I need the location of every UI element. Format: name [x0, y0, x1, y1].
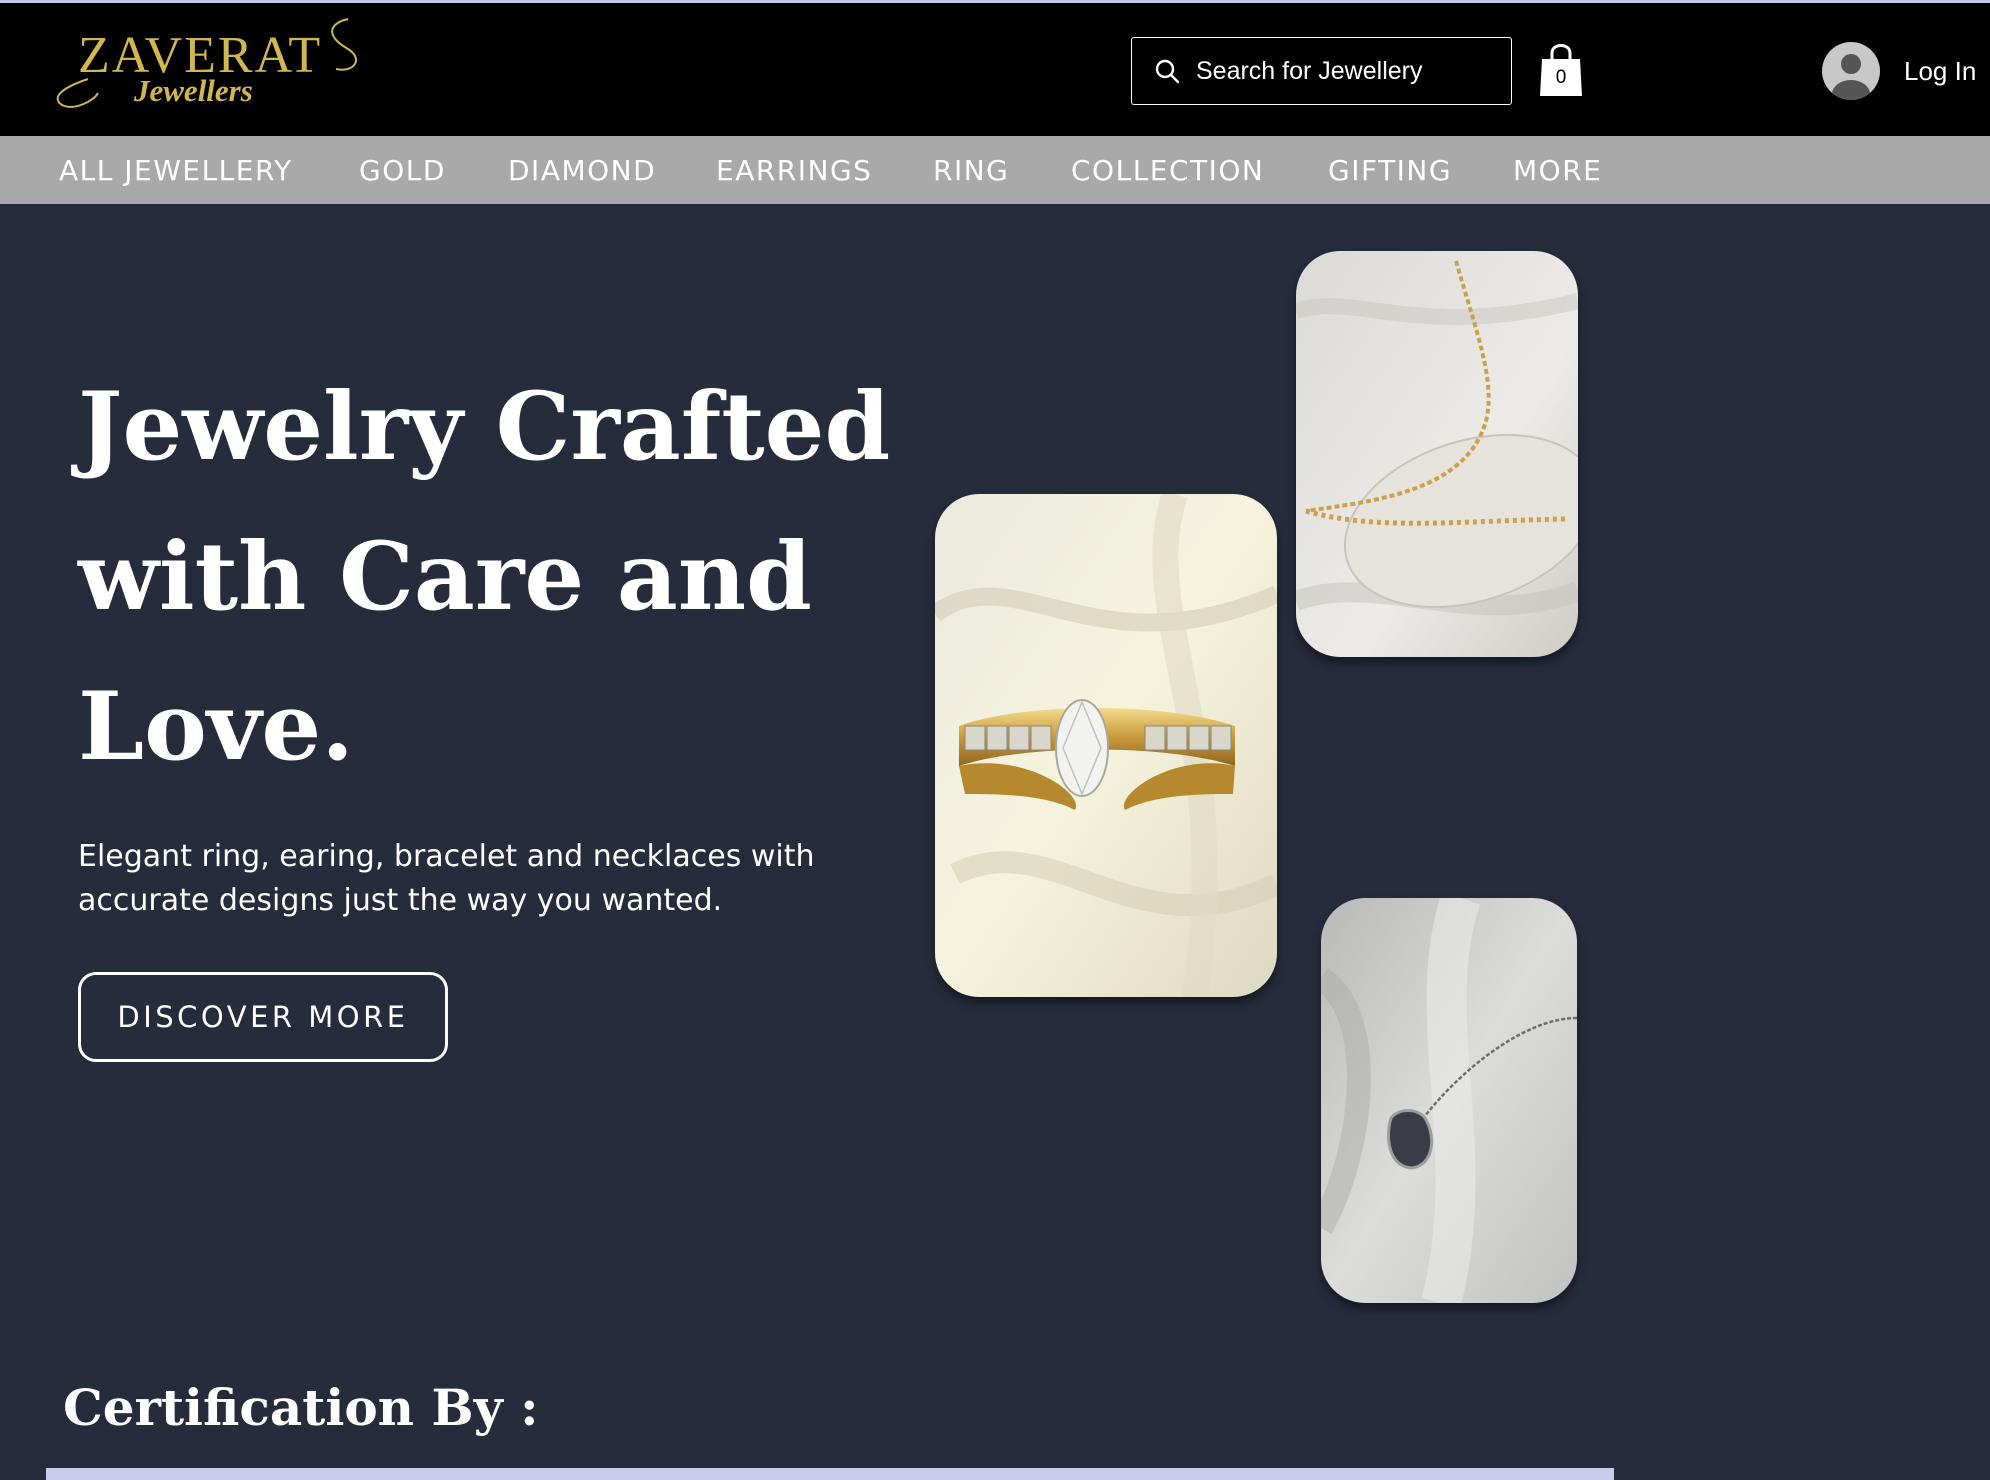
- nav-item-ring[interactable]: RING: [933, 154, 1009, 187]
- hero-description: Elegant ring, earing, bracelet and neckl…: [78, 839, 815, 918]
- hero-title: Jewelry Crafted with Care and Love.: [78, 372, 891, 782]
- nav-item-earrings[interactable]: EARRINGS: [716, 154, 872, 187]
- login-button[interactable]: Log In: [1822, 41, 1976, 101]
- user-avatar-icon: [1822, 42, 1880, 100]
- logo-subtitle: Jewellers: [134, 73, 253, 108]
- bracelet-photo: [1296, 251, 1578, 657]
- brand-logo[interactable]: ZAVERAT Jewellers: [48, 15, 368, 115]
- login-label: Log In: [1904, 55, 1977, 86]
- nav-item-all-jewellery[interactable]: ALL JEWELLERY: [59, 154, 293, 187]
- certification-panel: [46, 1468, 1614, 1480]
- search-box[interactable]: [1131, 37, 1512, 105]
- discover-more-button[interactable]: DISCOVER MORE: [78, 972, 448, 1062]
- nav-item-collection[interactable]: COLLECTION: [1071, 154, 1264, 187]
- ring-photo: [935, 494, 1277, 997]
- nav-item-more[interactable]: MORE: [1513, 154, 1602, 187]
- pendant-necklace-photo: [1321, 898, 1577, 1303]
- cart-count: 0: [1555, 67, 1567, 88]
- certification-heading: Certification By :: [63, 1378, 539, 1437]
- search-icon: [1154, 57, 1182, 85]
- cart-button[interactable]: 0: [1536, 39, 1586, 99]
- main-nav: ALL JEWELLERY GOLD DIAMOND EARRINGS RING…: [0, 136, 1990, 204]
- nav-item-diamond[interactable]: DIAMOND: [508, 154, 656, 187]
- nav-item-gold[interactable]: GOLD: [359, 154, 446, 187]
- site-header: ZAVERAT Jewellers 0 Log In: [0, 3, 1990, 136]
- nav-item-gifting[interactable]: GIFTING: [1328, 154, 1452, 187]
- search-input[interactable]: [1194, 55, 1494, 87]
